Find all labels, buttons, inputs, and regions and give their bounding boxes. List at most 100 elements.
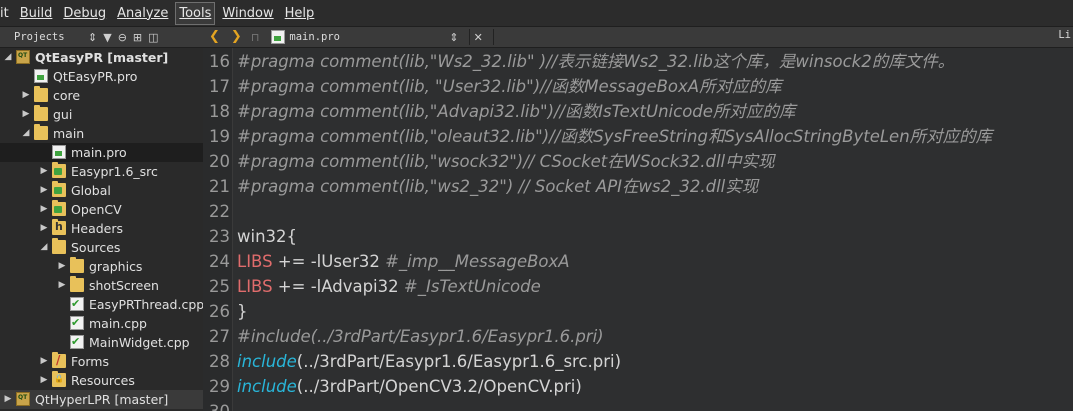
menu-build[interactable]: Build bbox=[16, 2, 57, 25]
code-token: += -lAdvapi32 bbox=[272, 277, 404, 296]
tree-item[interactable]: ▶ graphics bbox=[0, 257, 203, 276]
expand-arrow-icon[interactable]: ▶ bbox=[39, 371, 49, 390]
expand-arrow-icon[interactable]: ▶ bbox=[21, 105, 31, 124]
open-file-selector[interactable]: main.pro bbox=[289, 31, 449, 43]
menu-debug-label: Debug bbox=[63, 5, 107, 21]
tree-item[interactable]: ▶ Headers bbox=[0, 219, 203, 238]
tree-item[interactable]: ◢ main bbox=[0, 124, 203, 143]
menu-help[interactable]: Help bbox=[281, 2, 319, 25]
tree-item[interactable]: ▶ Resources bbox=[0, 371, 203, 390]
tree-item-label: gui bbox=[53, 107, 73, 122]
expand-arrow-icon[interactable]: ▶ bbox=[39, 200, 49, 219]
tree-item[interactable]: ▶ shotScreen bbox=[0, 276, 203, 295]
lock-icon: ⊓ bbox=[250, 30, 260, 44]
tree-item[interactable]: ◢ Sources bbox=[0, 238, 203, 257]
code-token: (../3rdPart/OpenCV3.2/OpenCV.pri) bbox=[296, 377, 582, 396]
folder-icon bbox=[34, 86, 48, 102]
tree-item-label: Headers bbox=[71, 221, 124, 236]
tree-item-label: MainWidget.cpp bbox=[89, 335, 190, 350]
line-number: 18 bbox=[209, 102, 230, 121]
code-token: win32{ bbox=[237, 227, 298, 246]
split-panel-icon[interactable]: ⊞ bbox=[133, 31, 142, 44]
tree-item-label: main.pro bbox=[71, 145, 127, 160]
tree-item[interactable]: ▶ Global bbox=[0, 181, 203, 200]
code-token: #pragma comment(lib, "User32.lib")//函数Me… bbox=[237, 77, 782, 96]
expand-arrow-icon[interactable]: ▶ bbox=[3, 390, 13, 409]
code-token: #pragma comment(lib,"ws2_32") // Socket … bbox=[237, 177, 759, 196]
collapse-arrow-icon[interactable]: ◢ bbox=[21, 124, 31, 143]
tree-item[interactable]: EasyPRThread.cpp bbox=[0, 295, 203, 314]
nav-back-icon[interactable]: ❮ bbox=[209, 27, 220, 47]
menu-tools[interactable]: Tools bbox=[175, 1, 216, 25]
code-token: #include(../3rdPart/Easypr1.6/Easypr1.6.… bbox=[237, 327, 604, 346]
expand-arrow-icon[interactable]: ▶ bbox=[39, 219, 49, 238]
close-document-icon[interactable]: ✕ bbox=[474, 31, 483, 44]
projects-toolbar: Projects ⇕ ▼ ⊖ ⊞ ◫ bbox=[0, 27, 203, 48]
tree-item[interactable]: ▶ QtHyperLPR [master] bbox=[0, 390, 203, 409]
line-number: 28 bbox=[209, 352, 230, 371]
qt-project-icon bbox=[16, 50, 30, 64]
expand-arrow-icon[interactable]: ▶ bbox=[57, 276, 67, 295]
tree-item[interactable]: ▶ OpenCV bbox=[0, 200, 203, 219]
expand-arrow-icon[interactable]: ▶ bbox=[21, 86, 31, 105]
tree-item-label: shotScreen bbox=[89, 278, 159, 293]
menu-analyze-label: Analyze bbox=[117, 5, 169, 21]
tree-item[interactable]: MainWidget.cpp bbox=[0, 333, 203, 352]
tree-item[interactable]: QtEasyPR.pro bbox=[0, 67, 203, 86]
tree-item[interactable]: ▶ Easypr1.6_src bbox=[0, 162, 203, 181]
header-folder-icon bbox=[52, 219, 66, 235]
menu-tools-label: Tools bbox=[179, 5, 212, 21]
menu-debug[interactable]: Debug bbox=[59, 2, 110, 25]
tree-item[interactable]: ▶ Forms bbox=[0, 352, 203, 371]
pro-file-icon bbox=[34, 69, 48, 83]
tree-item-label: graphics bbox=[89, 259, 143, 274]
editor-toolbar: ❮ ❯ ⊓ main.pro ⇕ ✕ Li bbox=[203, 27, 1073, 48]
menu-file[interactable]: it bbox=[0, 2, 13, 25]
view-chevron-icon[interactable]: ⇕ bbox=[88, 31, 97, 44]
qt-folder-icon bbox=[52, 162, 66, 178]
code-token: include bbox=[237, 352, 297, 371]
folder-icon bbox=[34, 124, 48, 140]
menu-bar: it Build Debug Analyze Tools Window Help bbox=[0, 0, 1073, 27]
expand-arrow-icon[interactable]: ▶ bbox=[39, 181, 49, 200]
tree-item[interactable]: ▶ core bbox=[0, 86, 203, 105]
code-editor[interactable]: 16 17 18 19 20 21 22 23 24 25 26 27 28 29 30 #pragma c… bbox=[203, 48, 1073, 411]
tree-item[interactable]: main.pro bbox=[0, 143, 203, 162]
tree-item[interactable]: main.cpp bbox=[0, 314, 203, 333]
projects-panel: Projects ⇕ ▼ ⊖ ⊞ ◫ ◢ QtEasyPR [master] QtE… bbox=[0, 27, 204, 411]
code-token: #_IsTextUnicode bbox=[403, 277, 541, 296]
code-token: #pragma comment(lib,"Ws2_32.lib" )//表示链接… bbox=[237, 52, 955, 71]
tree-item[interactable]: ▶ gui bbox=[0, 105, 203, 124]
code-token: #pragma comment(lib,"wsock32")// CSocket… bbox=[237, 152, 775, 171]
expand-arrow-icon[interactable]: ▶ bbox=[39, 162, 49, 181]
toolbar-divider bbox=[492, 29, 494, 45]
collapse-arrow-icon[interactable]: ◢ bbox=[39, 238, 49, 257]
file-icon bbox=[271, 30, 286, 44]
resources-folder-icon bbox=[52, 371, 66, 387]
close-panel-icon[interactable]: ◫ bbox=[148, 31, 158, 44]
projects-view-selector[interactable]: Projects bbox=[14, 31, 88, 43]
line-number: 22 bbox=[209, 202, 230, 221]
tree-item[interactable]: ◢ QtEasyPR [master] bbox=[0, 48, 203, 67]
code-token: #pragma comment(lib,"oleaut32.lib")//函数S… bbox=[237, 127, 993, 146]
qt-folder-icon bbox=[52, 181, 66, 197]
pro-file-icon bbox=[52, 145, 66, 159]
folder-icon bbox=[70, 276, 84, 292]
tree-item-label: core bbox=[53, 88, 81, 103]
code-token: LIBS bbox=[237, 252, 273, 271]
code-token: LIBS bbox=[237, 277, 273, 296]
filter-icon[interactable]: ▼ bbox=[103, 31, 111, 44]
menu-window[interactable]: Window bbox=[218, 2, 277, 25]
folder-icon bbox=[52, 238, 66, 254]
collapse-arrow-icon[interactable]: ◢ bbox=[3, 48, 13, 67]
expand-arrow-icon[interactable]: ▶ bbox=[57, 257, 67, 276]
menu-analyze[interactable]: Analyze bbox=[113, 2, 172, 25]
nav-forward-icon[interactable]: ❯ bbox=[231, 27, 242, 47]
expand-arrow-icon[interactable]: ▶ bbox=[39, 352, 49, 371]
cpp-file-icon bbox=[70, 335, 84, 349]
sync-link-icon[interactable]: ⊖ bbox=[118, 31, 127, 44]
line-number: 23 bbox=[209, 227, 230, 246]
cpp-file-icon bbox=[70, 316, 84, 330]
tree-item-label: QtEasyPR.pro bbox=[53, 69, 138, 84]
file-dropdown-icon[interactable]: ⇕ bbox=[449, 31, 458, 44]
